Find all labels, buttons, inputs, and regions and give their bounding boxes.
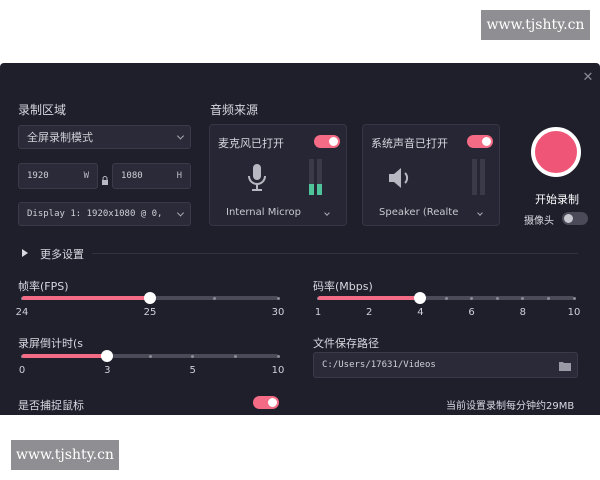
slider-tick-dot [233,354,237,358]
slider-thumb[interactable] [101,350,114,362]
height-input[interactable]: 1080 H [112,163,191,189]
slider-fill [318,296,421,300]
slider-thumb[interactable] [144,292,156,304]
slider-tick-label: 8 [519,307,526,318]
start-record-label: 开始录制 [535,193,579,206]
watermark-bottom: www.tjshty.cn [11,440,119,470]
chevron-down-icon[interactable] [324,210,330,216]
speaker-icon [387,165,413,191]
mic-device-label[interactable]: Internal Microp [226,207,301,218]
slider-tick-dot [572,296,576,300]
slider-tick-dot [546,296,550,300]
record-mode-select[interactable]: 全屏录制模式 [18,125,191,149]
save-path-label: 文件保存路径 [313,337,379,350]
record-area-title: 录制区域 [18,103,67,117]
slider-tick-dot [495,296,499,300]
slider-tick-label: 10 [271,365,285,376]
slider-tick-label: 2 [366,307,373,318]
system-device-label[interactable]: Speaker (Realte [379,207,458,218]
slider-tick-dot [521,296,525,300]
folder-icon[interactable] [559,361,571,371]
audio-source-title: 音频来源 [210,103,259,117]
chevron-down-icon [176,132,185,140]
display-select[interactable]: Display 1: 1920x1080 @ 0, [18,202,191,226]
width-value: 1920 [27,171,49,181]
slider-tick-label: 25 [143,307,157,318]
bitrate-label: 码率(Mbps) [313,280,373,293]
slider-tick-label: 6 [468,307,475,318]
save-path-input[interactable]: C:/Users/17631/Videos [313,352,578,378]
slider-tick-dot [191,354,195,358]
camera-toggle[interactable] [562,212,588,225]
slider-tick-dot [148,354,152,358]
size-estimate-text: 当前设置录制每分钟约29MB [446,401,575,412]
record-mode-value: 全屏录制模式 [27,131,93,144]
more-settings-label[interactable]: 更多设置 [40,246,84,262]
mic-level-meter-left [309,159,314,195]
mic-level-meter-right [317,159,322,195]
chevron-down-icon [176,209,185,217]
lock-icon[interactable] [101,171,109,185]
slider-thumb[interactable] [414,292,427,304]
slider-tick-label: 4 [417,307,424,318]
slider-fill [22,296,150,300]
width-unit: W [83,171,89,181]
expand-triangle-icon[interactable] [22,249,28,257]
save-path-value: C:/Users/17631/Videos [322,360,436,370]
slider-tick-label: 24 [15,307,29,318]
chevron-down-icon[interactable] [477,210,483,216]
width-input[interactable]: 1920 W [18,163,98,189]
slider-tick-label: 5 [189,365,196,376]
slider-tick-dot [276,354,280,358]
system-level-meter-right [480,159,485,195]
slider-tick-label: 10 [567,307,581,318]
camera-label: 摄像头 [524,216,554,227]
slider-tick-label: 1 [314,307,322,318]
bitrate-slider[interactable] [316,292,576,304]
display-value: Display 1: 1920x1080 @ 0, [27,209,163,219]
watermark-top: www.tjshty.cn [481,10,590,40]
recorder-window: ✕ 录制区域 全屏录制模式 1920 W 1080 H Display 1: 1… [0,63,600,415]
countdown-slider[interactable] [20,350,280,362]
slider-fill [22,354,108,358]
start-record-button[interactable] [531,127,581,177]
system-level-meter-left [472,159,477,195]
close-icon[interactable]: ✕ [580,69,596,85]
slider-tick-dot [444,296,448,300]
height-value: 1080 [121,171,143,181]
capture-mouse-label: 是否捕捉鼠标 [18,399,84,412]
slider-tick-label: 30 [271,307,285,318]
slider-tick-dot [212,296,216,300]
countdown-label: 录屏倒计时(s [18,337,84,350]
system-sound-toggle[interactable] [467,135,493,148]
system-sound-status-label: 系统声音已打开 [371,137,448,150]
microphone-icon [246,163,268,193]
slider-tick-dot [276,296,280,300]
slider-tick-dot [470,296,474,300]
capture-mouse-toggle[interactable] [253,396,279,409]
system-sound-panel: 系统声音已打开 Speaker (Realte [362,124,500,226]
section-divider [92,253,578,254]
slider-tick-label: 0 [18,365,26,376]
mic-toggle[interactable] [314,135,340,148]
fps-label: 帧率(FPS) [18,280,69,293]
mic-status-label: 麦克风已打开 [218,137,284,150]
fps-slider[interactable] [20,292,280,304]
height-unit: H [176,171,182,181]
slider-tick-label: 3 [104,365,111,376]
mic-panel: 麦克风已打开 Internal Microp [209,124,347,226]
